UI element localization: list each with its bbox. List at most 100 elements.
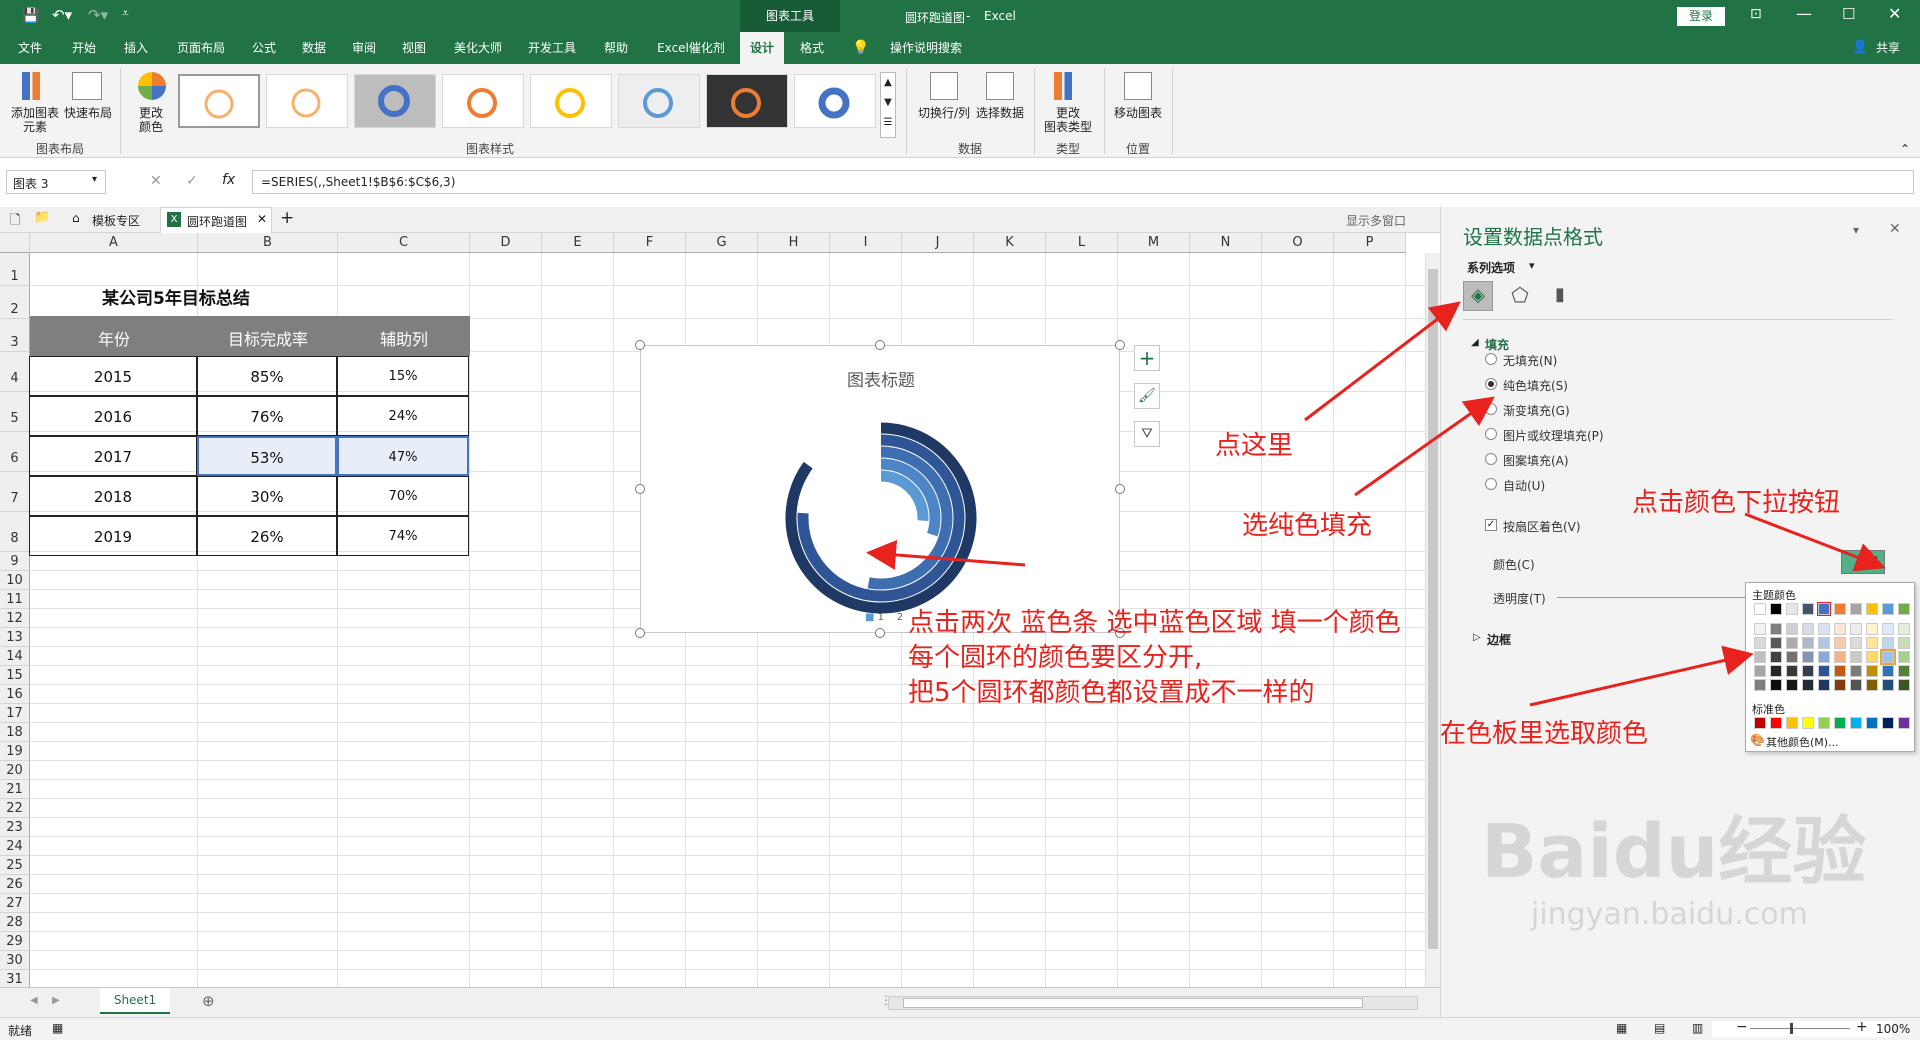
table-cell[interactable]: 2016 xyxy=(29,396,197,436)
tab-developer[interactable]: 开发工具 xyxy=(520,32,584,64)
chart-resize-handle[interactable] xyxy=(635,628,645,638)
theme-shade-swatch[interactable] xyxy=(1866,665,1878,677)
row-header-17[interactable]: 17 xyxy=(0,704,30,723)
save-icon[interactable]: 💾 xyxy=(22,8,39,24)
row-header-9[interactable]: 9 xyxy=(0,552,30,571)
horizontal-scrollbar[interactable] xyxy=(888,996,1418,1010)
table-cell[interactable]: 76% xyxy=(197,396,337,436)
column-header-j[interactable]: J xyxy=(902,233,974,253)
add-chart-element-button[interactable]: 添加图表 元素 xyxy=(8,106,62,134)
table-cell[interactable]: 2018 xyxy=(29,476,197,516)
row-header-26[interactable]: 26 xyxy=(0,875,30,894)
chart-style-5[interactable] xyxy=(530,74,612,128)
transparency-slider[interactable] xyxy=(1557,597,1747,598)
table-cell[interactable]: 53% xyxy=(197,436,337,476)
theme-shade-swatch[interactable] xyxy=(1898,679,1910,691)
tab-view[interactable]: 视图 xyxy=(392,32,436,64)
theme-shade-swatch[interactable] xyxy=(1818,679,1830,691)
theme-shade-swatch[interactable] xyxy=(1754,665,1766,677)
select-data-button[interactable]: 选择数据 xyxy=(974,106,1026,120)
tab-tell-me[interactable]: 操作说明搜索 xyxy=(874,32,978,64)
table-cell[interactable]: 74% xyxy=(337,516,469,556)
column-header-a[interactable]: A xyxy=(30,233,198,253)
chart-style-4[interactable] xyxy=(442,74,524,128)
theme-shade-swatch[interactable] xyxy=(1850,665,1862,677)
row-header-24[interactable]: 24 xyxy=(0,837,30,856)
fill-line-icon[interactable]: ◈ xyxy=(1463,281,1493,311)
theme-shade-swatch[interactable] xyxy=(1818,637,1830,649)
column-header-p[interactable]: P xyxy=(1334,233,1406,253)
select-data-icon[interactable] xyxy=(986,72,1014,100)
chart-style-2[interactable] xyxy=(266,74,348,128)
theme-shade-swatch[interactable] xyxy=(1898,651,1910,663)
ribbon-display-icon[interactable]: ⊡ xyxy=(1750,6,1762,22)
row-header-5[interactable]: 5 xyxy=(0,392,30,432)
change-chart-type-button[interactable]: 更改 图表类型 xyxy=(1038,106,1098,134)
switch-row-column-icon[interactable] xyxy=(930,72,958,100)
theme-shade-swatch[interactable] xyxy=(1898,665,1910,677)
theme-shade-swatch[interactable] xyxy=(1786,665,1798,677)
quick-layout-button[interactable]: 快速布局 xyxy=(62,106,114,120)
theme-shade-swatch[interactable] xyxy=(1770,623,1782,635)
header-year[interactable]: 年份 xyxy=(30,326,198,350)
header-helper[interactable]: 辅助列 xyxy=(338,326,470,350)
theme-shade-swatch[interactable] xyxy=(1850,651,1862,663)
theme-shade-swatch[interactable] xyxy=(1850,637,1862,649)
theme-shade-swatch[interactable] xyxy=(1770,637,1782,649)
theme-shade-swatch[interactable] xyxy=(1866,679,1878,691)
standard-color-swatch[interactable] xyxy=(1882,717,1894,729)
tab-design[interactable]: 设计 xyxy=(740,32,784,64)
name-box-dropdown-icon[interactable]: ▾ xyxy=(92,174,97,185)
chart-style-1[interactable] xyxy=(178,74,260,128)
undo-icon[interactable]: ↶▾ xyxy=(52,6,72,24)
theme-color-swatch[interactable] xyxy=(1754,603,1766,615)
column-header-i[interactable]: I xyxy=(830,233,902,253)
confirm-formula-icon[interactable]: ✓ xyxy=(186,173,198,189)
quick-layout-icon[interactable] xyxy=(72,72,102,100)
theme-shade-swatch[interactable] xyxy=(1866,637,1878,649)
row-header-13[interactable]: 13 xyxy=(0,628,30,647)
vertical-scrollbar[interactable] xyxy=(1425,253,1440,987)
standard-color-swatch[interactable] xyxy=(1866,717,1878,729)
chart-style-8[interactable] xyxy=(794,74,876,128)
table-cell[interactable]: 85% xyxy=(197,356,337,396)
row-header-20[interactable]: 20 xyxy=(0,761,30,780)
switch-row-column-button[interactable]: 切换行/列 xyxy=(914,106,974,120)
pane-options-icon[interactable]: ▾ xyxy=(1853,223,1859,237)
series-options-chevron-icon[interactable]: ▾ xyxy=(1529,259,1535,272)
fill-option-radio[interactable] xyxy=(1485,428,1497,440)
template-tab[interactable]: 模板专区 xyxy=(92,212,140,229)
theme-shade-swatch[interactable] xyxy=(1754,651,1766,663)
change-chart-type-icon[interactable] xyxy=(1054,72,1080,100)
theme-shade-swatch[interactable] xyxy=(1802,679,1814,691)
chart-resize-handle[interactable] xyxy=(635,340,645,350)
standard-color-swatch[interactable] xyxy=(1898,717,1910,729)
theme-shade-swatch[interactable] xyxy=(1834,679,1846,691)
table-cell[interactable]: 47% xyxy=(337,436,469,476)
zoom-out-icon[interactable]: − xyxy=(1736,1019,1748,1035)
redo-icon[interactable]: ↷▾ xyxy=(88,6,108,24)
row-header-19[interactable]: 19 xyxy=(0,742,30,761)
minimize-icon[interactable]: — xyxy=(1796,4,1812,23)
theme-color-swatch[interactable] xyxy=(1882,603,1894,615)
row-header-30[interactable]: 30 xyxy=(0,951,30,970)
theme-shade-swatch[interactable] xyxy=(1866,623,1878,635)
close-tab-icon[interactable]: ✕ xyxy=(257,212,267,226)
table-title[interactable]: 某公司5年目标总结 xyxy=(30,284,385,309)
theme-shade-swatch[interactable] xyxy=(1802,623,1814,635)
collapse-ribbon-icon[interactable]: ⌃ xyxy=(1900,142,1910,156)
table-cell[interactable]: 2019 xyxy=(29,516,197,556)
share-button[interactable]: 共享 xyxy=(1868,32,1908,64)
horizontal-scroll-thumb[interactable] xyxy=(903,998,1363,1008)
zoom-slider[interactable] xyxy=(1750,1028,1850,1029)
standard-color-swatch[interactable] xyxy=(1834,717,1846,729)
column-header-f[interactable]: F xyxy=(614,233,686,253)
row-header-21[interactable]: 21 xyxy=(0,780,30,799)
sheet-nav-right-icon[interactable]: ▶ xyxy=(52,995,60,1006)
fill-option-radio[interactable] xyxy=(1485,403,1497,415)
theme-shade-swatch[interactable] xyxy=(1770,679,1782,691)
name-box[interactable]: 图表 3 xyxy=(6,170,106,194)
theme-shade-swatch[interactable] xyxy=(1770,651,1782,663)
theme-color-swatch[interactable] xyxy=(1898,603,1910,615)
row-header-18[interactable]: 18 xyxy=(0,723,30,742)
